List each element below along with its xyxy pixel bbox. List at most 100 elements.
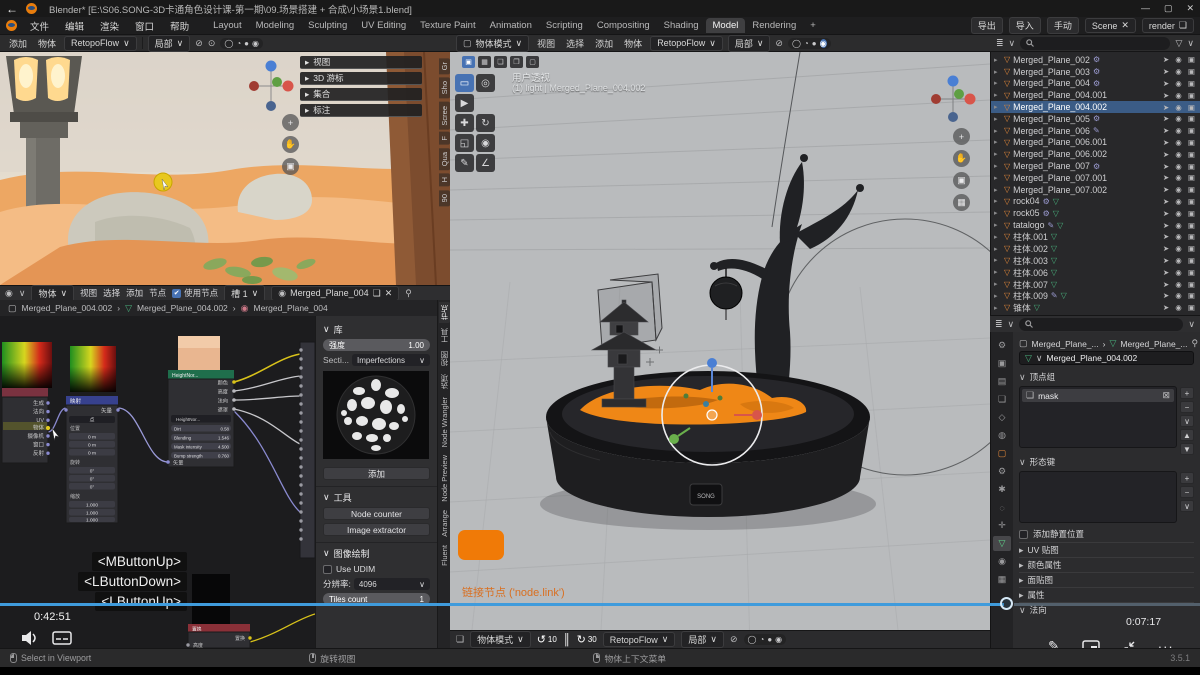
menu-help[interactable]: 帮助 bbox=[163, 18, 196, 34]
mode-selector[interactable]: ▢物体模式∨ bbox=[456, 35, 529, 52]
maximize-button[interactable]: ▢ bbox=[1164, 3, 1173, 14]
outliner-search-input[interactable] bbox=[1020, 37, 1170, 50]
scale-tool[interactable]: ◱ bbox=[455, 134, 474, 152]
disclosure-icon[interactable]: ▸ bbox=[994, 56, 1001, 64]
shader-view-menu[interactable]: 视图 bbox=[80, 287, 97, 299]
outliner-row[interactable]: ▸▽Merged_Plane_007.002➤ ◉ ▣ bbox=[991, 184, 1200, 196]
add-workspace-button[interactable]: + bbox=[803, 18, 823, 33]
outliner-row[interactable]: ▸▽锥体▽➤ ◉ ▣ bbox=[991, 302, 1200, 314]
object-name[interactable]: tatalogo bbox=[1013, 220, 1044, 230]
select-eye-camera-toggles[interactable]: ➤ ◉ ▣ bbox=[1163, 138, 1197, 147]
workspace-tab-rendering[interactable]: Rendering bbox=[745, 18, 803, 33]
blender-menu-icon[interactable] bbox=[6, 20, 17, 31]
resolution-dropdown[interactable]: 4096∨ bbox=[354, 578, 430, 590]
select-menu[interactable]: 选择 bbox=[563, 37, 587, 50]
disclosure-icon[interactable]: ▸ bbox=[994, 162, 1001, 170]
pin-icon[interactable]: ⚲ bbox=[1192, 338, 1199, 349]
close-button[interactable]: ✕ bbox=[1186, 3, 1194, 14]
vertex-groups-header[interactable]: ∨顶点组 bbox=[1019, 371, 1194, 383]
tab-view-layer[interactable]: ❏ bbox=[993, 392, 1011, 407]
select-eye-camera-toggles[interactable]: ➤ ◉ ▣ bbox=[1163, 280, 1197, 289]
select-eye-camera-toggles[interactable]: ➤ ◉ ▣ bbox=[1163, 126, 1197, 135]
disclosure-icon[interactable]: ▸ bbox=[994, 304, 1001, 312]
tab-world[interactable]: ◍ bbox=[993, 428, 1011, 443]
outliner-row[interactable]: ▸▽柱体.006▽➤ ◉ ▣ bbox=[991, 266, 1200, 278]
forward-button[interactable]: ↻30 bbox=[577, 633, 597, 646]
outliner-row[interactable]: ▸▽Merged_Plane_005⚙➤ ◉ ▣ bbox=[991, 113, 1200, 125]
remove-vgroup-button[interactable]: − bbox=[1180, 401, 1194, 413]
vertex-groups-list[interactable]: ❏mask ⊠ + − ∨ ▲ ▼ bbox=[1019, 386, 1177, 448]
outliner-row-selected[interactable]: ▸▽Merged_Plane_004.002➤ ◉ ▣ bbox=[991, 101, 1200, 113]
retopoflow-menu[interactable]: RetopoFlow∨ bbox=[64, 36, 137, 51]
object-name[interactable]: 锥体 bbox=[1013, 301, 1031, 314]
snap-icon[interactable]: ⊘ bbox=[195, 38, 203, 49]
panel-view[interactable]: ▸视图 bbox=[300, 56, 422, 69]
transform-tool[interactable]: ◉ bbox=[476, 134, 495, 152]
object-menu-2[interactable]: 物体 bbox=[621, 37, 645, 50]
viewlayer-selector[interactable]: render❏ bbox=[1142, 18, 1194, 33]
tab-qua[interactable]: Qua bbox=[439, 148, 450, 170]
mode-selector-2[interactable]: 物体模式∨ bbox=[470, 631, 531, 648]
orientation-3[interactable]: 局部∨ bbox=[681, 631, 724, 648]
shading-switch-3[interactable]: ◯◔●◉ bbox=[744, 634, 787, 645]
disclosure-icon[interactable]: ▸ bbox=[994, 197, 1001, 205]
navigation-gizmo-2[interactable] bbox=[930, 74, 976, 124]
panel-3d-cursor[interactable]: ▸3D 游标 bbox=[300, 72, 422, 85]
shapekey-specials-button[interactable]: ∨ bbox=[1180, 500, 1194, 512]
uv-maps-section[interactable]: ▸UV 贴图 bbox=[1019, 542, 1194, 557]
tab-material[interactable]: ◉ bbox=[993, 554, 1011, 569]
minimize-button[interactable]: — bbox=[1141, 3, 1150, 14]
measure-tool[interactable]: ∠ bbox=[476, 154, 495, 172]
face-maps-section[interactable]: ▸面贴图 bbox=[1019, 572, 1194, 587]
options-dropdown-icon[interactable]: ∨ bbox=[1188, 319, 1195, 330]
select-box-tool[interactable]: ▭ bbox=[455, 74, 474, 92]
object-name[interactable]: Merged_Plane_002 bbox=[1013, 55, 1090, 65]
editor-type-icon[interactable]: ◉ bbox=[5, 288, 13, 299]
tab-modifiers[interactable]: ⚙ bbox=[993, 464, 1011, 479]
select-eye-camera-toggles[interactable]: ➤ ◉ ▣ bbox=[1163, 291, 1197, 300]
object-name[interactable]: Merged_Plane_006.001 bbox=[1013, 137, 1107, 147]
select-eye-camera-toggles[interactable]: ➤ ◉ ▣ bbox=[1163, 268, 1197, 277]
vgroup-specials-button[interactable]: ∨ bbox=[1180, 415, 1194, 427]
select-eye-camera-toggles[interactable]: ➤ ◉ ▣ bbox=[1163, 232, 1197, 241]
pin-icon[interactable]: ⚲ bbox=[405, 288, 412, 299]
object-name[interactable]: Merged_Plane_007.002 bbox=[1013, 185, 1107, 195]
left-viewport-sidebar-tabs[interactable]: Gr Sho Scree F Qua H 90 bbox=[439, 58, 450, 206]
camera-icon[interactable]: ▣ bbox=[953, 172, 970, 189]
section-dropdown[interactable]: Imperfections∨ bbox=[352, 354, 430, 366]
outliner-row[interactable]: ▸▽Merged_Plane_006✎➤ ◉ ▣ bbox=[991, 125, 1200, 137]
move-tool[interactable]: ✚ bbox=[455, 114, 474, 132]
tab-texture[interactable]: ▦ bbox=[993, 572, 1011, 587]
image-extractor-button[interactable]: Image extractor bbox=[323, 523, 430, 536]
workspace-tab-uvediting[interactable]: UV Editing bbox=[354, 18, 413, 33]
select-eye-camera-toggles[interactable]: ➤ ◉ ▣ bbox=[1163, 303, 1197, 312]
zoom-icon[interactable]: + bbox=[953, 128, 970, 145]
object-name[interactable]: Merged_Plane_006.002 bbox=[1013, 149, 1107, 159]
imperfection-sphere-preview[interactable] bbox=[323, 371, 429, 459]
shader-node-editor[interactable]: 生成法向 UV物体 摄像机窗口 反射 映射 矢量 点 位置 0 m 0 m bbox=[0, 316, 315, 648]
outliner-row[interactable]: ▸▽Merged_Plane_004.001➤ ◉ ▣ bbox=[991, 89, 1200, 101]
tab-options[interactable]: 选项 bbox=[439, 371, 450, 392]
workspace-tab-modeling[interactable]: Modeling bbox=[249, 18, 302, 33]
play-tool[interactable]: ▶ bbox=[455, 94, 474, 112]
material-slot-selector[interactable]: 槽 1∨ bbox=[224, 285, 265, 302]
select-eye-camera-toggles[interactable]: ➤ ◉ ▣ bbox=[1163, 55, 1197, 64]
panel-annotations[interactable]: ▸标注 bbox=[300, 104, 422, 117]
shape-keys-header[interactable]: ∨形态键 bbox=[1019, 456, 1194, 468]
captions-icon[interactable] bbox=[52, 631, 72, 645]
pan-hand-icon[interactable]: ✋ bbox=[282, 136, 299, 153]
shader-type-selector[interactable]: 物体∨ bbox=[31, 285, 74, 302]
disclosure-icon[interactable]: ▸ bbox=[994, 280, 1001, 288]
object-name[interactable]: rock04 bbox=[1013, 196, 1039, 206]
select-eye-camera-toggles[interactable]: ➤ ◉ ▣ bbox=[1163, 256, 1197, 265]
object-name[interactable]: Merged_Plane_007.001 bbox=[1013, 173, 1107, 183]
disclosure-icon[interactable]: ▸ bbox=[994, 150, 1001, 158]
outliner-row[interactable]: ▸▽Merged_Plane_007⚙➤ ◉ ▣ bbox=[991, 160, 1200, 172]
manual-button[interactable]: 手动 bbox=[1047, 17, 1079, 34]
select-eye-camera-toggles[interactable]: ➤ ◉ ▣ bbox=[1163, 244, 1197, 253]
wireframe-viewport[interactable]: SONG bbox=[450, 52, 990, 648]
select-eye-camera-toggles[interactable]: ➤ ◉ ▣ bbox=[1163, 173, 1197, 182]
workspace-tab-model[interactable]: Model bbox=[706, 18, 746, 33]
video-progress-remaining[interactable] bbox=[1014, 603, 1200, 606]
outliner-row[interactable]: ▸▽柱体.007▽➤ ◉ ▣ bbox=[991, 278, 1200, 290]
